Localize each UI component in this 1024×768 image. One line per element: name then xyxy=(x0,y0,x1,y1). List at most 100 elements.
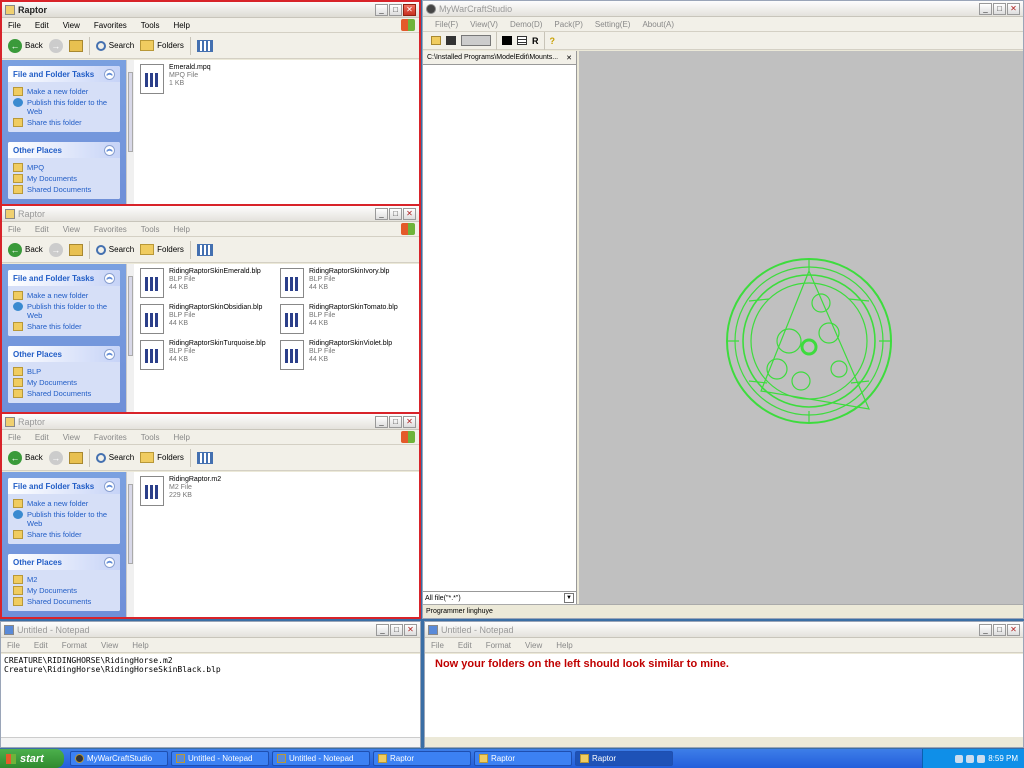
r-button[interactable]: R xyxy=(532,36,539,46)
task-publish-folder[interactable]: Publish this folder to the Web xyxy=(13,302,115,320)
collapse-icon[interactable]: ︽ xyxy=(104,144,115,156)
menu-help[interactable]: Help xyxy=(132,641,148,650)
close-button[interactable]: ✕ xyxy=(404,623,417,636)
up-folder-icon[interactable] xyxy=(68,243,83,256)
maximize-button[interactable]: □ xyxy=(389,207,402,220)
minimize-button[interactable]: _ xyxy=(979,623,992,636)
horizontal-scrollbar[interactable] xyxy=(1,737,420,747)
title-bar[interactable]: Raptor _ □ ✕ xyxy=(2,2,419,18)
close-button[interactable]: ✕ xyxy=(403,415,416,428)
start-button[interactable]: start xyxy=(0,749,64,768)
up-folder-icon[interactable] xyxy=(68,451,83,464)
title-bar[interactable]: Raptor _ □ ✕ xyxy=(2,206,419,222)
panel-header[interactable]: File and Folder Tasks ︽ xyxy=(8,66,120,82)
task-share-folder[interactable]: Share this folder xyxy=(13,322,115,331)
search-button[interactable]: Search xyxy=(95,452,134,463)
folders-button[interactable]: Folders xyxy=(140,40,184,51)
task-raptor[interactable]: Raptor xyxy=(575,751,673,766)
menu-view[interactable]: View xyxy=(63,225,80,234)
menu-view[interactable]: View xyxy=(101,641,118,650)
save-icon[interactable] xyxy=(446,36,456,45)
title-bar[interactable]: Untitled - Notepad _ □ ✕ xyxy=(1,622,420,638)
menu-setting[interactable]: Setting(E) xyxy=(595,20,631,29)
views-icon[interactable] xyxy=(196,451,213,464)
close-button[interactable]: ✕ xyxy=(403,207,416,220)
menu-edit[interactable]: Edit xyxy=(35,225,49,234)
menu-help[interactable]: Help xyxy=(173,225,189,234)
forward-button[interactable]: → xyxy=(48,242,63,257)
collapse-icon[interactable]: ︽ xyxy=(104,480,115,492)
task-make-folder[interactable]: Make a new folder xyxy=(13,291,115,300)
task-raptor[interactable]: Raptor xyxy=(373,751,471,766)
text-editor[interactable]: CREATURE\RIDINGHORSE\RidingHorse.m2 Crea… xyxy=(1,654,420,737)
file-item[interactable]: RidingRaptorSkinTurquoise.blp BLP File 44 … xyxy=(140,340,266,370)
maximize-button[interactable]: □ xyxy=(389,415,402,428)
chevron-down-icon[interactable]: ▼ xyxy=(564,593,574,603)
views-icon[interactable] xyxy=(196,243,213,256)
menu-file[interactable]: File xyxy=(8,433,21,442)
menu-favorites[interactable]: Favorites xyxy=(94,225,127,234)
task-publish-folder[interactable]: Publish this folder to the Web xyxy=(13,98,115,116)
file-item[interactable]: RidingRaptorSkinTomato.blp BLP File 44 KB xyxy=(280,304,398,334)
panel-header[interactable]: File and Folder Tasks ︽ xyxy=(8,270,120,286)
menu-tools[interactable]: Tools xyxy=(141,433,160,442)
menu-help[interactable]: Help xyxy=(556,641,572,650)
panel-header[interactable]: Other Places ︽ xyxy=(8,142,120,158)
menu-tools[interactable]: Tools xyxy=(141,21,160,30)
panel-header[interactable]: Other Places ︽ xyxy=(8,554,120,570)
task-make-folder[interactable]: Make a new folder xyxy=(13,499,115,508)
folders-button[interactable]: Folders xyxy=(140,244,184,255)
file-item[interactable]: RidingRaptorSkinObsidian.blp BLP File 44 K… xyxy=(140,304,262,334)
menu-file[interactable]: File xyxy=(431,641,444,650)
place-link[interactable]: My Documents xyxy=(13,378,115,387)
close-button[interactable]: ✕ xyxy=(1007,623,1020,636)
model-viewport[interactable] xyxy=(579,51,1023,604)
menu-edit[interactable]: Edit xyxy=(35,21,49,30)
maximize-button[interactable]: □ xyxy=(993,623,1006,636)
open-folder-icon[interactable] xyxy=(431,36,441,45)
task-share-folder[interactable]: Share this folder xyxy=(13,118,115,127)
task-make-folder[interactable]: Make a new folder xyxy=(13,87,115,96)
maximize-button[interactable]: □ xyxy=(993,2,1006,15)
menu-format[interactable]: Format xyxy=(486,641,511,650)
menu-file[interactable]: File(F) xyxy=(435,20,458,29)
place-link[interactable]: My Documents xyxy=(13,586,115,595)
task-pane-scrollbar[interactable] xyxy=(126,60,134,204)
menu-view[interactable]: View(V) xyxy=(470,20,498,29)
place-link[interactable]: Shared Documents xyxy=(13,597,115,606)
menu-edit[interactable]: Edit xyxy=(458,641,472,650)
place-link[interactable]: M2 xyxy=(13,575,115,584)
place-link[interactable]: MPQ xyxy=(13,163,115,172)
menu-edit[interactable]: Edit xyxy=(35,433,49,442)
volume-tray-icon[interactable] xyxy=(977,754,986,763)
task-publish-folder[interactable]: Publish this folder to the Web xyxy=(13,510,115,528)
color-dropdown[interactable] xyxy=(461,35,491,46)
maximize-button[interactable]: □ xyxy=(389,3,402,16)
menu-help[interactable]: Help xyxy=(173,21,189,30)
network-tray-icon[interactable] xyxy=(966,754,975,763)
minimize-button[interactable]: _ xyxy=(979,2,992,15)
back-button[interactable]: ← Back xyxy=(8,450,43,465)
close-button[interactable]: ✕ xyxy=(1007,2,1020,15)
task-pane-scrollbar[interactable] xyxy=(126,472,134,617)
search-button[interactable]: Search xyxy=(95,40,134,51)
folders-button[interactable]: Folders xyxy=(140,452,184,463)
file-item[interactable]: RidingRaptorSkinIvory.blp BLP File 44 KB xyxy=(280,268,389,298)
minimize-button[interactable]: _ xyxy=(375,415,388,428)
menu-help[interactable]: Help xyxy=(173,433,189,442)
menu-demo[interactable]: Demo(D) xyxy=(510,20,542,29)
maximize-button[interactable]: □ xyxy=(390,623,403,636)
task-notepad[interactable]: Untitled - Notepad xyxy=(272,751,370,766)
menu-tools[interactable]: Tools xyxy=(141,225,160,234)
collapse-icon[interactable]: ︽ xyxy=(104,348,115,360)
place-link[interactable]: My Documents xyxy=(13,174,115,183)
menu-pack[interactable]: Pack(P) xyxy=(554,20,582,29)
views-icon[interactable] xyxy=(196,39,213,52)
title-bar[interactable]: Raptor _ □ ✕ xyxy=(2,414,419,430)
task-mywarcraftstudio[interactable]: MyWarCraftStudio xyxy=(70,751,168,766)
task-raptor[interactable]: Raptor xyxy=(474,751,572,766)
forward-button[interactable]: → xyxy=(48,450,63,465)
place-link[interactable]: Shared Documents xyxy=(13,185,115,194)
menu-file[interactable]: File xyxy=(7,641,20,650)
forward-button[interactable]: → xyxy=(48,38,63,53)
